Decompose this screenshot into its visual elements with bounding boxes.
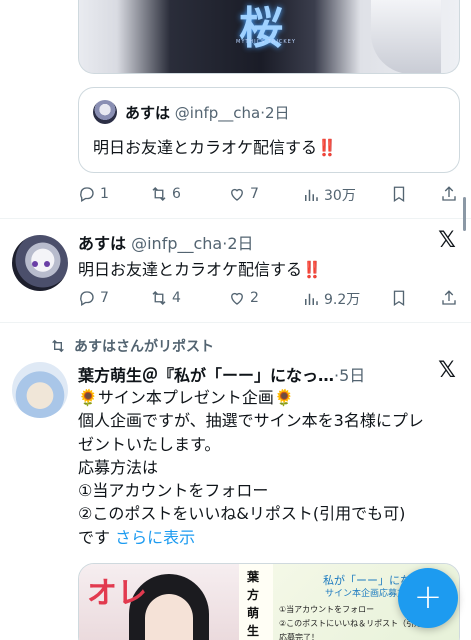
media-info-step: ①当アカウントをフォロー — [279, 605, 375, 614]
sunflower-emoji: 🌻 — [78, 388, 98, 407]
tweet-line: 応募方法は — [78, 457, 159, 477]
tweet-text: 明日お友達とカラオケ配信する — [78, 260, 303, 279]
tweet1-action-bar: 1 6 7 30万 — [78, 185, 460, 207]
reply-icon — [80, 187, 94, 202]
like-button[interactable]: 7 — [228, 185, 259, 203]
tweet-line-text: サイン本プレゼント企画 — [97, 388, 274, 407]
media-info-step: ②このポストにいいね＆リポスト（引用 — [279, 619, 423, 628]
views-button[interactable]: 30万 — [302, 185, 356, 205]
views-icon — [305, 293, 318, 305]
tweet3-text: 🌻サイン本プレゼント企画🌻 個人企画ですが、抽選でサイン本を3名様にプレ ゼント… — [78, 386, 458, 549]
like-icon — [231, 188, 243, 201]
bookmark-button[interactable] — [390, 289, 408, 307]
timestamp[interactable]: 2日 — [227, 234, 253, 253]
bookmark-icon — [393, 290, 405, 307]
tweet-line: ①当アカウントをフォロー — [78, 481, 269, 501]
handle[interactable]: @infp__cha — [131, 234, 222, 253]
divider — [0, 218, 471, 219]
repost-icon — [152, 291, 166, 305]
timestamp[interactable]: 5日 — [339, 366, 365, 385]
media-logo-text: 桜 — [239, 3, 285, 54]
media-panel-author: 葉方萌生 — [239, 564, 273, 640]
reply-count: 7 — [100, 290, 109, 306]
avatar[interactable] — [93, 100, 117, 124]
display-name[interactable]: あすは — [78, 234, 126, 253]
quoted-tweet[interactable]: あすは @infp__cha·2日 明日お友達とカラオケ配信する‼️ — [78, 87, 460, 173]
tweet-line: 個人企画ですが、抽選でサイン本を3名様にプレ — [78, 411, 424, 431]
media-panel-cover: オレ — [79, 564, 239, 640]
display-name[interactable]: 葉方萌生＠『私が「ーー」になっ… — [78, 366, 334, 385]
display-name[interactable]: あすは — [125, 104, 170, 122]
avatar-eye — [32, 261, 38, 267]
tweet-line: 🌻サイン本プレゼント企画🌻 — [78, 386, 458, 409]
tweet-text: 明日お友達とカラオケ配信する — [93, 138, 318, 157]
views-count: 30万 — [324, 188, 356, 204]
like-button[interactable]: 2 — [228, 289, 259, 307]
avatar[interactable] — [12, 235, 68, 291]
tweet2-header: あすは @infp__cha·2日 — [78, 230, 254, 254]
tweet2-action-bar: 7 4 2 9.2万 — [78, 289, 460, 311]
repost-button[interactable]: 6 — [150, 185, 181, 203]
tweet-line: ゼントいたします。 — [78, 434, 221, 454]
quoted-tweet-header: あすは @infp__cha·2日 — [125, 102, 290, 123]
repost-button[interactable]: 4 — [150, 289, 181, 307]
quoted-tweet-text: 明日お友達とカラオケ配信する‼️ — [93, 134, 337, 158]
tweet-line: ②このポストをいいね&リポスト(引用でも可) — [78, 504, 406, 524]
reply-button[interactable]: 7 — [78, 289, 109, 307]
tweet1-media-image[interactable]: 桜 MYTHICS TRICKEY — [78, 0, 460, 74]
x-logo-icon[interactable]: 𝕏 — [436, 360, 458, 382]
like-count: 7 — [250, 186, 259, 202]
divider — [0, 322, 471, 323]
repost-count: 6 — [172, 186, 181, 202]
media-author-vertical: 葉方萌生 — [247, 570, 260, 638]
scrollbar[interactable] — [463, 197, 466, 231]
share-icon — [442, 186, 456, 201]
tweet2-text: 明日お友達とカラオケ配信する‼️ — [78, 256, 322, 280]
tweet-line: です さらに表示 — [78, 526, 458, 549]
reply-count: 1 — [100, 186, 109, 202]
media-sub-text: MYTHICS TRICKEY — [236, 39, 296, 45]
reply-icon — [80, 291, 94, 306]
like-icon — [231, 292, 243, 305]
tweet-line-text: です — [78, 527, 111, 547]
repost-indicator[interactable]: あすはさんがリポスト — [50, 336, 214, 356]
double-exclamation-emoji: ‼️ — [317, 138, 337, 157]
x-logo-icon[interactable]: 𝕏 — [436, 230, 458, 252]
repost-label: あすはさんがリポスト — [74, 339, 214, 355]
reply-button[interactable]: 1 — [78, 185, 109, 203]
double-exclamation-emoji: ‼️ — [302, 260, 322, 279]
media-info-step: 応募完了！ — [279, 633, 319, 640]
avatar-eye — [44, 261, 50, 267]
share-button[interactable] — [440, 289, 458, 307]
media-figure — [371, 0, 441, 73]
handle[interactable]: @infp__cha — [175, 104, 260, 122]
repost-icon — [152, 187, 166, 201]
media-figure-face — [145, 594, 193, 640]
views-icon — [305, 189, 318, 201]
compose-button[interactable]: + — [398, 568, 458, 628]
sunflower-emoji: 🌻 — [273, 388, 294, 407]
tweet3-header: 葉方萌生＠『私が「ーー」になっ…·5日 — [78, 362, 365, 386]
timestamp[interactable]: 2日 — [265, 104, 290, 122]
views-count: 9.2万 — [324, 292, 361, 308]
show-more-link[interactable]: さらに表示 — [115, 528, 195, 547]
bookmark-button[interactable] — [390, 185, 408, 203]
views-button[interactable]: 9.2万 — [302, 289, 360, 309]
share-button[interactable] — [440, 185, 458, 203]
avatar[interactable] — [12, 362, 68, 418]
bookmark-icon — [393, 186, 405, 203]
share-icon — [442, 290, 456, 305]
repost-count: 4 — [172, 290, 181, 306]
like-count: 2 — [250, 290, 259, 306]
media-cover-title: オレ — [87, 576, 147, 611]
repost-icon — [52, 339, 64, 353]
